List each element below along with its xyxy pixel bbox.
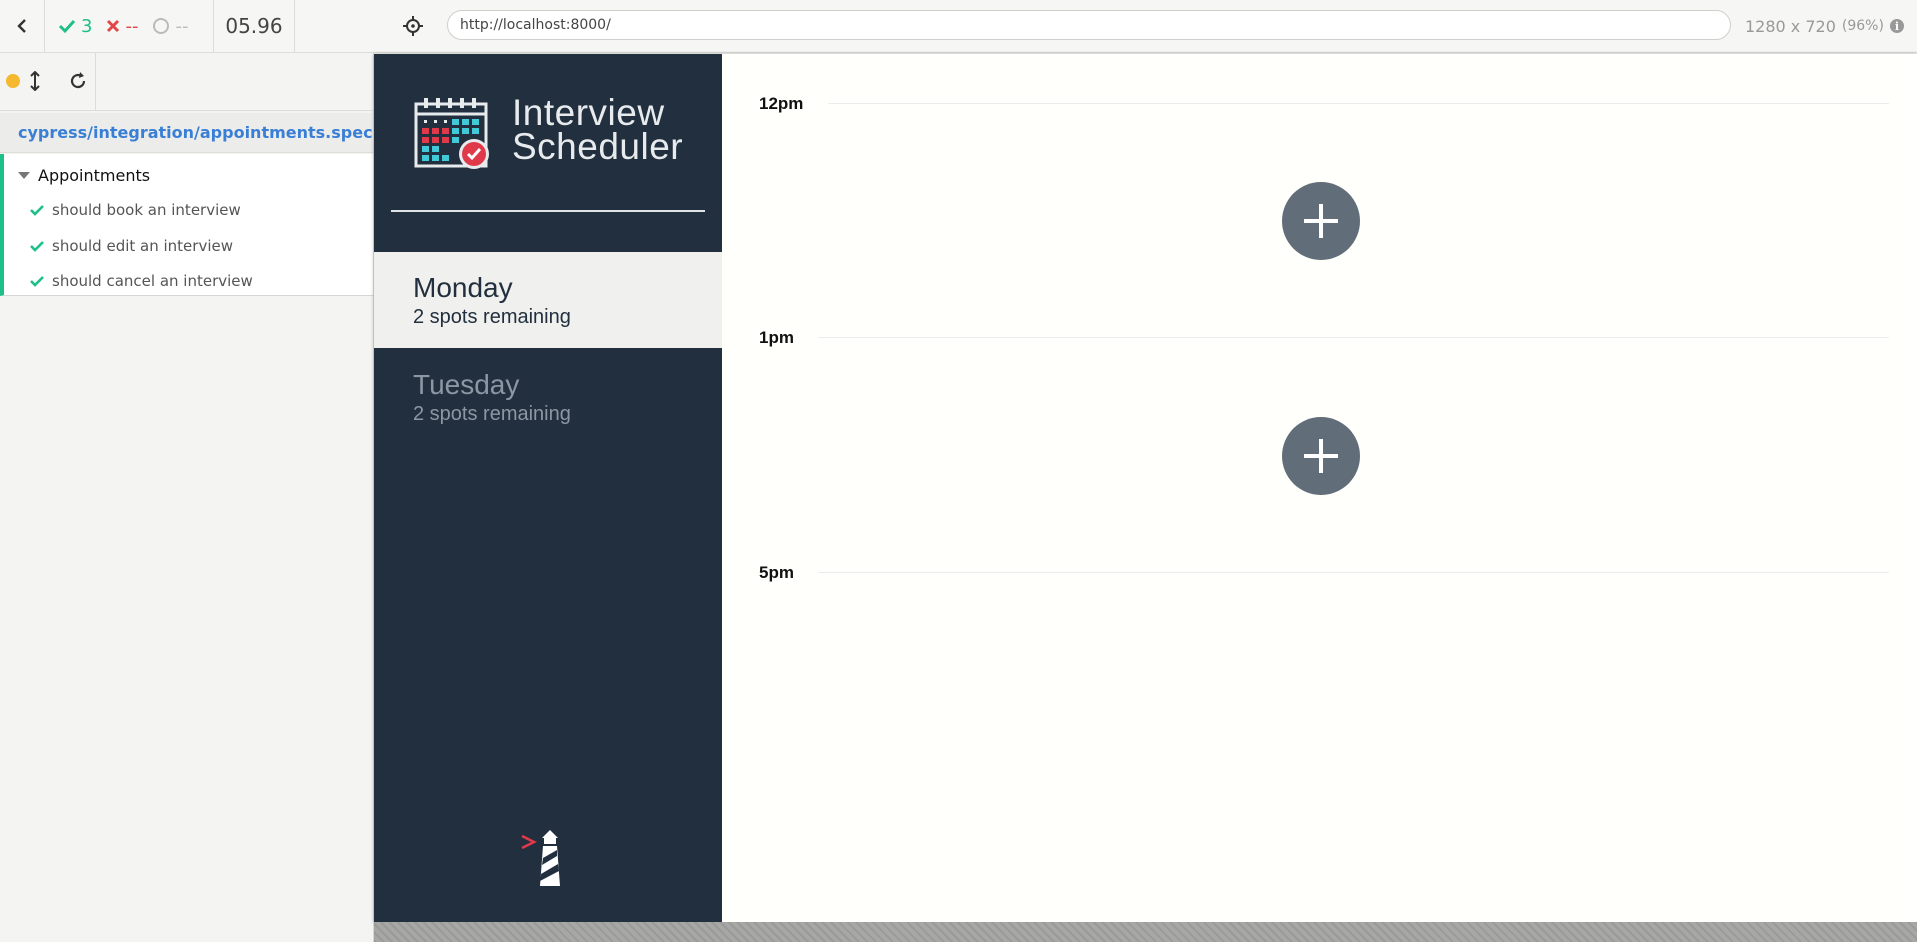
add-appointment-button[interactable] — [1282, 182, 1360, 260]
sidebar: Interview Scheduler Monday 2 spots remai… — [374, 54, 722, 922]
stage-background — [374, 922, 1917, 942]
app-title-line1: Interview — [512, 92, 665, 133]
check-icon — [30, 205, 44, 216]
test-row[interactable]: should cancel an interview — [30, 266, 253, 296]
passed-stat[interactable]: 3 — [58, 16, 92, 37]
test-row[interactable]: should book an interview — [30, 195, 241, 225]
back-button[interactable] — [0, 0, 45, 52]
time-separator — [818, 572, 1889, 573]
reporter-controls — [0, 52, 373, 111]
info-icon: i — [1889, 19, 1904, 33]
reporter-header: 3 -- -- 05.96 — [0, 0, 373, 53]
test-title: should book an interview — [52, 201, 241, 219]
time-label: 12pm — [759, 94, 804, 113]
failed-count: -- — [125, 15, 139, 37]
cypress-reporter: 3 -- -- 05.96 cypress/integration/appoin… — [0, 0, 394, 942]
selector-playground-button[interactable] — [399, 12, 427, 40]
calendar-logo-icon — [414, 98, 489, 169]
status-dot-icon — [6, 74, 20, 88]
spec-file-link[interactable]: cypress/integration/appointments.spec.js — [18, 123, 394, 142]
lighthouse-logo-icon — [521, 830, 560, 886]
time-label: 5pm — [759, 563, 794, 582]
time-separator — [818, 337, 1889, 338]
day-name: Monday — [413, 272, 513, 303]
day-list-item-tuesday[interactable]: Tuesday 2 spots remaining — [374, 349, 722, 445]
viewport-scale: (96%) — [1841, 18, 1884, 34]
pending-stat[interactable]: -- — [152, 16, 188, 37]
passed-count: 3 — [81, 15, 93, 37]
controls-box — [0, 52, 96, 110]
pending-circle-icon — [153, 18, 170, 34]
auto-scroll-icon[interactable] — [30, 71, 40, 91]
suite-header[interactable]: Appointments — [18, 160, 150, 190]
check-icon — [30, 276, 44, 287]
check-icon — [58, 19, 76, 34]
chevron-left-icon — [17, 19, 26, 33]
test-title: should edit an interview — [52, 237, 233, 255]
crosshair-icon — [403, 16, 423, 36]
rerun-icon[interactable] — [68, 71, 88, 91]
app-iframe: Interview Scheduler Monday 2 spots remai… — [374, 54, 1917, 922]
url-bar[interactable]: http://localhost:8000/ — [447, 10, 1731, 40]
test-suite: Appointments should book an interview sh… — [0, 154, 373, 296]
day-spots: 2 spots remaining — [413, 306, 571, 328]
suite-title: Appointments — [38, 165, 151, 185]
plus-icon — [1304, 204, 1338, 238]
caret-down-icon — [18, 171, 30, 179]
day-spots: 2 spots remaining — [413, 403, 571, 425]
viewport-size: 1280 x 720 — [1745, 16, 1836, 36]
runner-topbar: http://localhost:8000/ 1280 x 720 (96%) … — [373, 0, 1917, 53]
add-appointment-button[interactable] — [1282, 417, 1360, 495]
check-icon — [30, 241, 44, 252]
failed-stat[interactable]: -- — [106, 16, 138, 37]
viewport-info[interactable]: 1280 x 720 (96%) i — [1745, 0, 1904, 52]
app-title: Interview Scheduler — [512, 92, 684, 167]
day-name: Tuesday — [413, 369, 520, 400]
sidebar-divider — [391, 210, 705, 212]
time-label: 1pm — [759, 328, 794, 347]
day-list-item-monday[interactable]: Monday 2 spots remaining — [374, 252, 722, 348]
schedule: 12pm 1pm 5pm — [722, 54, 1917, 922]
app-title-line2: Scheduler — [512, 126, 684, 167]
spec-file-bar: cypress/integration/appointments.spec.js — [0, 113, 394, 153]
brand: Interview Scheduler — [414, 92, 684, 170]
test-title: should cancel an interview — [52, 272, 253, 290]
x-icon — [107, 19, 120, 33]
plus-icon — [1304, 439, 1338, 473]
time-separator — [828, 103, 1889, 104]
pending-count: -- — [175, 15, 189, 37]
run-duration: 05.96 — [214, 0, 295, 52]
test-row[interactable]: should edit an interview — [30, 231, 233, 261]
test-stats: 3 -- -- — [44, 0, 214, 52]
